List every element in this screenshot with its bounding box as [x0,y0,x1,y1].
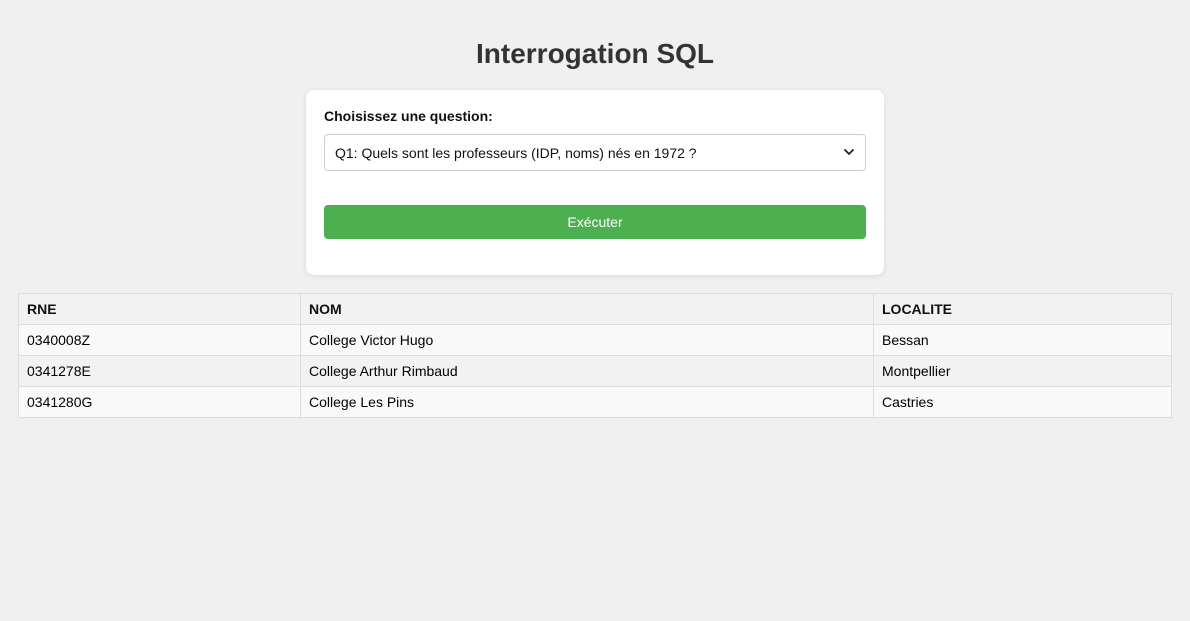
column-header-rne: RNE [18,293,301,325]
cell-nom: College Les Pins [300,386,874,418]
table-row: 0341280G College Les Pins Castries [18,386,1172,418]
cell-localite: Bessan [873,324,1172,356]
table-header-row: RNE NOM LOCALITE [18,293,1172,325]
question-select-value: Q1: Quels sont les professeurs (IDP, nom… [335,144,697,161]
column-header-localite: LOCALITE [873,293,1172,325]
page-title: Interrogation SQL [476,38,714,69]
cell-nom: College Victor Hugo [300,324,874,356]
table-row: 0341278E College Arthur Rimbaud Montpell… [18,355,1172,387]
question-label: Choisissez une question: [324,108,493,124]
cell-rne: 0341278E [18,355,301,387]
results-table: RNE NOM LOCALITE 0340008Z College Victor… [18,293,1172,418]
execute-button[interactable]: Exécuter [324,205,866,239]
cell-rne: 0341280G [18,386,301,418]
chevron-down-icon [843,147,855,159]
cell-localite: Castries [873,386,1172,418]
question-form-card: Choisissez une question: Q1: Quels sont … [306,90,884,275]
cell-localite: Montpellier [873,355,1172,387]
question-select[interactable]: Q1: Quels sont les professeurs (IDP, nom… [324,134,866,171]
cell-rne: 0340008Z [18,324,301,356]
column-header-nom: NOM [300,293,874,325]
table-row: 0340008Z College Victor Hugo Bessan [18,324,1172,356]
cell-nom: College Arthur Rimbaud [300,355,874,387]
